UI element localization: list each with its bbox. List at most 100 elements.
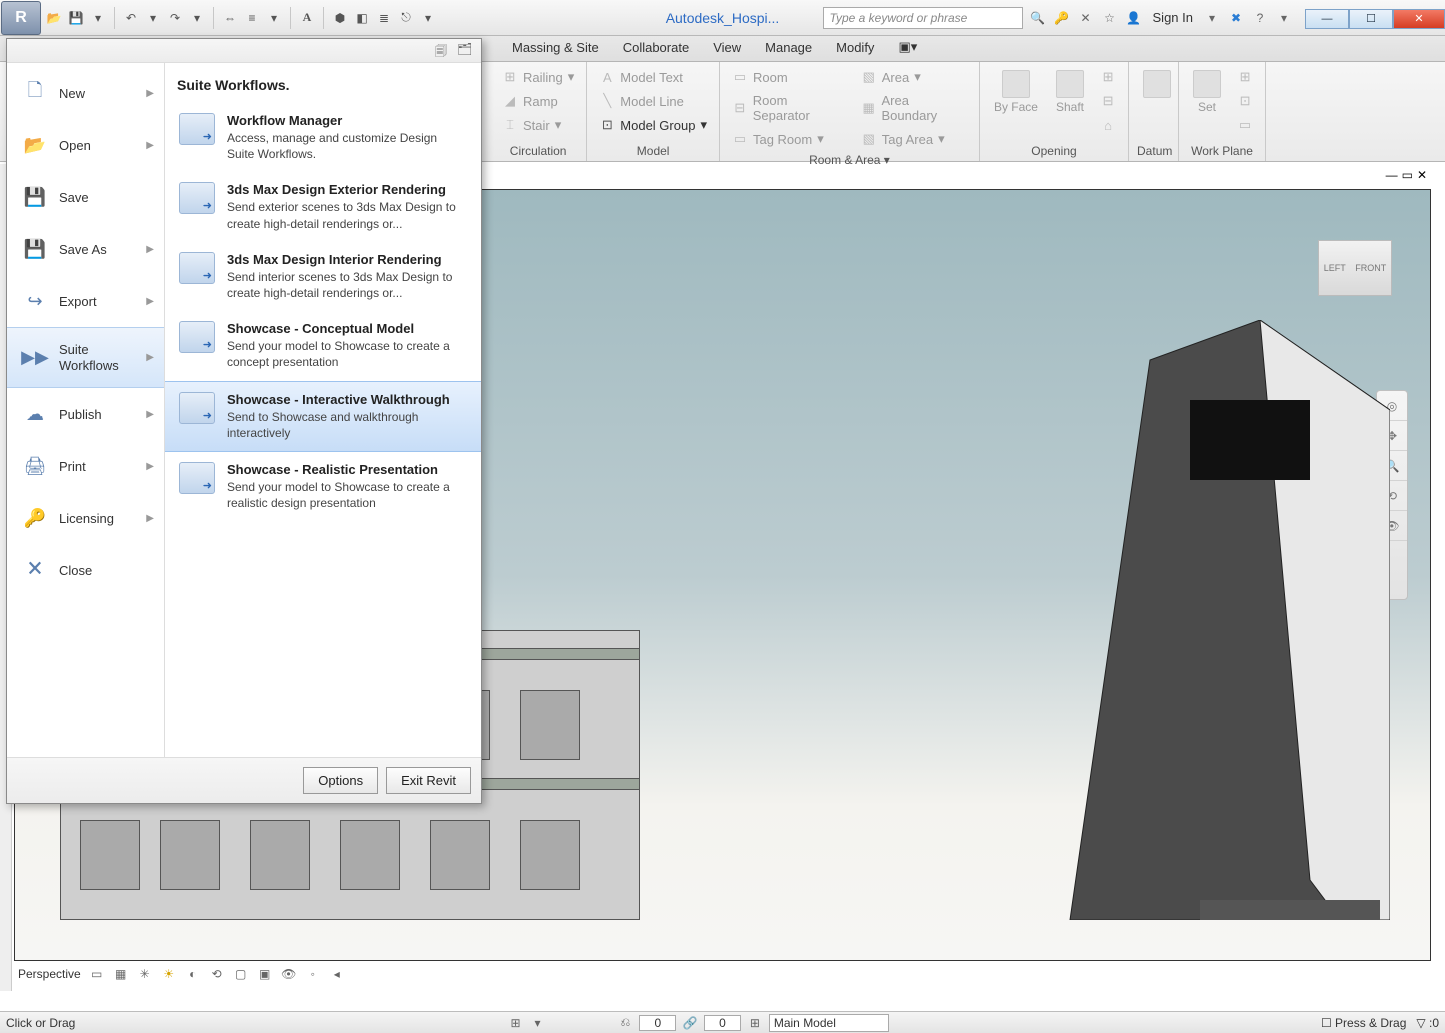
appmenu-item-publish[interactable]: ☁ Publish ▶: [7, 388, 164, 440]
dropdown-icon[interactable]: ▾: [188, 9, 206, 27]
workflow-showcase-realistic[interactable]: Showcase - Realistic PresentationSend yo…: [165, 452, 481, 521]
restore-view-icon[interactable]: ▭: [1402, 168, 1413, 182]
dropdown-icon[interactable]: ▾: [265, 9, 283, 27]
visual-style-icon[interactable]: ✳: [137, 966, 153, 982]
measure-icon[interactable]: ⇔: [221, 9, 239, 27]
vertical-opening-button[interactable]: ⊟: [1096, 90, 1120, 112]
appmenu-item-save-as[interactable]: 💾 Save As ▶: [7, 223, 164, 275]
set-button[interactable]: Set: [1187, 66, 1227, 118]
chevron-down-icon[interactable]: ▾: [1203, 9, 1221, 27]
model-text-button[interactable]: AModel Text: [595, 66, 711, 88]
workflow-showcase-conceptual[interactable]: Showcase - Conceptual ModelSend your mod…: [165, 311, 481, 380]
favorite-icon[interactable]: ☆: [1101, 9, 1119, 27]
room-button[interactable]: ▭Room: [728, 66, 851, 88]
recent-docs-icon[interactable]: 🗐: [435, 42, 453, 60]
3d-icon[interactable]: ⬢: [331, 9, 349, 27]
open-icon[interactable]: 📂: [45, 9, 63, 27]
shaft-button[interactable]: Shaft: [1050, 66, 1090, 118]
design-options-icon[interactable]: ⎌: [617, 1015, 633, 1031]
filter-selection[interactable]: ▽ :0: [1416, 1016, 1439, 1030]
workflow-3dsmax-exterior[interactable]: 3ds Max Design Exterior RenderingSend ex…: [165, 172, 481, 241]
nav-left-icon[interactable]: ◂: [329, 966, 345, 982]
viewcube-left[interactable]: LEFT: [1324, 263, 1346, 273]
tab-collaborate[interactable]: Collaborate: [611, 35, 702, 61]
appmenu-item-export[interactable]: ↪ Export ▶: [7, 275, 164, 327]
shadows-icon[interactable]: ◐: [185, 966, 201, 982]
appmenu-item-close[interactable]: 🗙 Close: [7, 544, 164, 596]
ramp-button[interactable]: ◢Ramp: [498, 90, 578, 112]
exchange-icon[interactable]: ✕: [1077, 9, 1095, 27]
by-face-button[interactable]: By Face: [988, 66, 1044, 118]
appmenu-item-new[interactable]: 🗋 New ▶: [7, 67, 164, 119]
sun-path-icon[interactable]: ☀: [161, 966, 177, 982]
rendering-icon[interactable]: ⟲: [209, 966, 225, 982]
main-model-icon[interactable]: ⊞: [747, 1015, 763, 1031]
close-hidden-icon[interactable]: ⎋: [397, 9, 415, 27]
crop-icon[interactable]: ▢: [233, 966, 249, 982]
dormer-button[interactable]: ⌂: [1096, 114, 1120, 136]
datum-button[interactable]: [1137, 66, 1177, 102]
crop-region-icon[interactable]: ▣: [257, 966, 273, 982]
redo-icon[interactable]: ↷: [166, 9, 184, 27]
section-icon[interactable]: ◧: [353, 9, 371, 27]
maximize-button[interactable]: ☐: [1349, 9, 1393, 29]
app-menu-button[interactable]: R: [1, 1, 41, 35]
workset-icon[interactable]: ⊞: [507, 1015, 523, 1031]
appmenu-item-open[interactable]: 📂 Open ▶: [7, 119, 164, 171]
save-icon[interactable]: 💾: [67, 9, 85, 27]
appmenu-item-print[interactable]: 🖨 Print ▶: [7, 440, 164, 492]
press-drag-toggle[interactable]: ☐ Press & Drag: [1321, 1016, 1406, 1030]
thin-lines-icon[interactable]: ≣: [375, 9, 393, 27]
key-icon[interactable]: 🔑: [1053, 9, 1071, 27]
scale-icon[interactable]: ▭: [89, 966, 105, 982]
ref-plane-button[interactable]: ⊡: [1233, 90, 1257, 112]
tab-modify[interactable]: Modify: [824, 35, 886, 61]
exit-revit-button[interactable]: Exit Revit: [386, 767, 471, 794]
editable-icon[interactable]: ▾: [529, 1015, 545, 1031]
wall-opening-button[interactable]: ⊞: [1096, 66, 1120, 88]
appmenu-item-save[interactable]: 💾 Save: [7, 171, 164, 223]
dropdown-icon[interactable]: ▾: [144, 9, 162, 27]
tab-manage[interactable]: Manage: [753, 35, 824, 61]
tab-massing-site[interactable]: Massing & Site: [500, 35, 611, 61]
hide-isolate-icon[interactable]: 👁: [281, 966, 297, 982]
exchange-apps-icon[interactable]: ✖: [1227, 9, 1245, 27]
viewcube-front[interactable]: FRONT: [1355, 263, 1386, 273]
undo-icon[interactable]: ↶: [122, 9, 140, 27]
tag-room-button[interactable]: ▭Tag Room ▾: [728, 128, 851, 150]
search-icon[interactable]: 🔍: [1029, 9, 1047, 27]
text-icon[interactable]: A: [298, 9, 316, 27]
user-icon[interactable]: 👤: [1125, 9, 1143, 27]
options-button[interactable]: Options: [303, 767, 378, 794]
tab-view[interactable]: View: [701, 35, 753, 61]
model-group-button[interactable]: ⊡Model Group ▾: [595, 114, 711, 136]
dropdown-icon[interactable]: ▾: [419, 9, 437, 27]
close-view-icon[interactable]: ✕: [1417, 168, 1427, 182]
close-button[interactable]: ✕: [1393, 9, 1445, 29]
help-icon[interactable]: ?: [1251, 9, 1269, 27]
appmenu-item-licensing[interactable]: 🔑 Licensing ▶: [7, 492, 164, 544]
room-separator-button[interactable]: ⊟Room Separator: [728, 90, 851, 126]
model-line-button[interactable]: ╲Model Line: [595, 90, 711, 112]
workflow-3dsmax-interior[interactable]: 3ds Max Design Interior RenderingSend in…: [165, 242, 481, 311]
workflow-showcase-walkthrough[interactable]: Showcase - Interactive WalkthroughSend t…: [165, 381, 481, 452]
search-input[interactable]: Type a keyword or phrase: [823, 7, 1023, 29]
workset-selector[interactable]: Main Model: [769, 1014, 889, 1032]
appmenu-item-suite-workflows[interactable]: ▶▶ SuiteWorkflows ▶: [7, 327, 164, 388]
show-button[interactable]: ⊞: [1233, 66, 1257, 88]
viewer-button[interactable]: ▭: [1233, 114, 1257, 136]
tag-area-button[interactable]: ▧Tag Area ▾: [857, 128, 971, 150]
detail-level-icon[interactable]: ▦: [113, 966, 129, 982]
sign-in-button[interactable]: Sign In: [1149, 10, 1197, 25]
reveal-icon[interactable]: ◦: [305, 966, 321, 982]
chevron-down-icon[interactable]: ▾: [1275, 9, 1293, 27]
select-links-icon[interactable]: 🔗: [682, 1015, 698, 1031]
open-docs-icon[interactable]: 🗂: [457, 42, 475, 60]
ribbon-expand-icon[interactable]: ▣▾: [886, 34, 929, 61]
area-boundary-button[interactable]: ▦Area Boundary: [857, 90, 971, 126]
minimize-view-icon[interactable]: —: [1386, 168, 1398, 182]
workflow-manager[interactable]: Workflow ManagerAccess, manage and custo…: [165, 103, 481, 172]
railing-button[interactable]: ⊞Railing ▾: [498, 66, 578, 88]
stair-button[interactable]: ⌶Stair ▾: [498, 114, 578, 136]
area-button[interactable]: ▧Area ▾: [857, 66, 971, 88]
